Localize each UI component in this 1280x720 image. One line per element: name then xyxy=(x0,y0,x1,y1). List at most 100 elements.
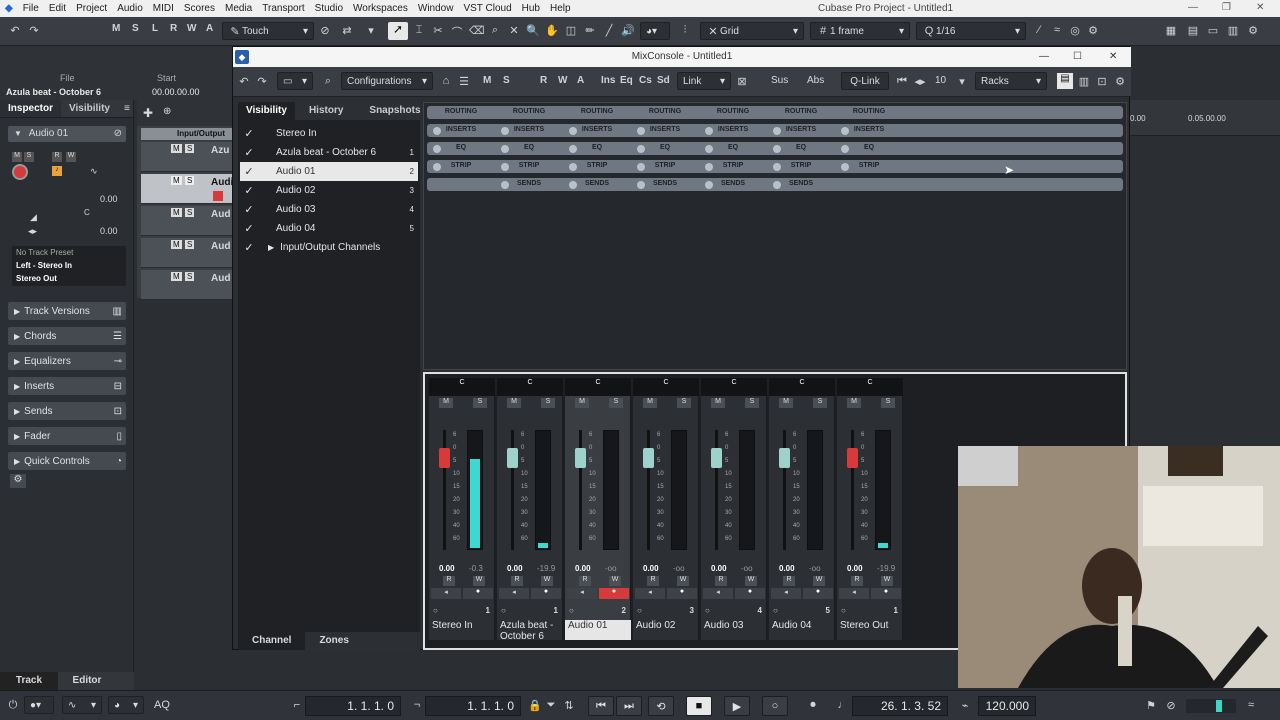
mute-button[interactable]: M xyxy=(171,240,182,249)
redo-icon[interactable]: ↷ xyxy=(27,24,41,37)
mute-button[interactable]: M xyxy=(575,398,589,408)
record-enable-button[interactable]: ● xyxy=(735,588,765,599)
solo-button[interactable]: S xyxy=(24,152,34,162)
play-tool-icon[interactable]: 🔊 xyxy=(621,24,635,37)
read-state-button[interactable]: R xyxy=(170,23,177,34)
visibility-row[interactable]: ✓ Audio 03 4 xyxy=(240,200,418,219)
eq-bypass-button[interactable]: Eq xyxy=(620,75,633,86)
volume-value[interactable]: 0.00 xyxy=(779,564,795,573)
channel-name[interactable]: Audio 04 xyxy=(769,620,835,640)
tab-track[interactable]: Track xyxy=(0,672,58,690)
quantize-settings-icon[interactable]: ⚙ xyxy=(1086,24,1100,37)
menu-edit[interactable]: Edit xyxy=(44,3,71,14)
write-state-button[interactable]: W xyxy=(558,75,567,86)
link-icon[interactable]: ○ xyxy=(569,606,574,615)
snap-icon[interactable]: ⫶ xyxy=(678,24,692,37)
peak-value[interactable]: -oo xyxy=(741,564,753,573)
section-quick-controls[interactable]: ▶ Quick Controls ◔ xyxy=(8,452,126,470)
fader-handle[interactable] xyxy=(643,448,654,468)
go-to-start-button[interactable]: ⏮ xyxy=(588,696,614,716)
erase-tool-icon[interactable]: ⌫ xyxy=(469,24,485,37)
link-icon[interactable]: ○ xyxy=(841,606,846,615)
link-icon[interactable]: ○ xyxy=(637,606,642,615)
pan-control[interactable]: C xyxy=(837,378,903,396)
write-button[interactable]: W xyxy=(473,576,485,586)
menu-audio[interactable]: Audio xyxy=(112,3,148,14)
section-equalizers[interactable]: ▶ Equalizers ⊸ xyxy=(8,352,126,370)
checkmark-icon[interactable]: ✓ xyxy=(240,127,258,140)
track-row[interactable]: M S Audi xyxy=(141,174,233,204)
pan-value[interactable]: C xyxy=(84,208,90,217)
loop-settings-icon[interactable]: ⇅ xyxy=(562,699,576,712)
rack-strip[interactable]: STRIP STRIP STRIP STRIP STRIP STRIP STRI… xyxy=(427,160,1123,173)
peak-value[interactable]: -19.9 xyxy=(877,564,895,573)
write-button[interactable]: W xyxy=(609,576,621,586)
menu-media[interactable]: Media xyxy=(220,3,257,14)
solo-state-button[interactable]: S xyxy=(132,23,139,34)
monitor-button[interactable]: ♪ xyxy=(52,166,62,176)
visibility-row[interactable]: ✓ Audio 04 5 xyxy=(240,219,418,238)
volume-value[interactable]: 0.00 xyxy=(439,564,455,573)
visibility-row[interactable]: ✓ Audio 01 2 xyxy=(240,162,418,181)
track-row[interactable]: M S Aud xyxy=(141,206,232,236)
read-button[interactable]: R xyxy=(715,576,727,586)
audio-mode-select[interactable]: ∿ ▾ xyxy=(62,696,102,714)
monitor-button[interactable]: ◂ xyxy=(431,588,461,599)
record-button[interactable]: ○ xyxy=(762,696,788,716)
position-field[interactable]: 26. 1. 3. 52 xyxy=(852,696,948,716)
read-button[interactable]: R xyxy=(783,576,795,586)
ruler[interactable]: 0.00 0.05.00.00 xyxy=(1130,100,1280,136)
rack-routing[interactable]: ROUTING ROUTING ROUTING ROUTING ROUTING … xyxy=(427,106,1123,119)
peak-value[interactable]: -oo xyxy=(673,564,685,573)
pan-control[interactable]: C xyxy=(565,378,631,396)
record-enable-button[interactable]: ● xyxy=(803,588,833,599)
volume-value[interactable]: 0.00 xyxy=(575,564,591,573)
pan-control[interactable]: C xyxy=(769,378,835,396)
section-inserts[interactable]: ▶ Inserts ⊟ xyxy=(8,377,126,395)
channel-strip[interactable]: C M S 6 0 5 10 15 20 30 40 60 0.00 -oo R W ● ◂ ○ 4 Audio 03 xyxy=(701,378,767,640)
lower-zone-icon[interactable]: ▭ xyxy=(1206,24,1220,37)
menu-file[interactable]: File xyxy=(18,3,44,14)
stop-button[interactable]: ■ xyxy=(686,696,712,716)
visibility-row[interactable]: ✓ Audio 02 3 xyxy=(240,181,418,200)
channel-strip[interactable]: C M S 6 0 5 10 15 20 30 40 60 0.00 -0.3 R W ● ◂ ○ 1 Stereo I… xyxy=(429,378,495,640)
write-button[interactable]: W xyxy=(677,576,689,586)
track-row[interactable]: M S Aud xyxy=(141,238,232,268)
track-tools-icon[interactable]: ⊕ xyxy=(163,106,171,117)
settings-icon[interactable]: ⚙ xyxy=(1246,24,1260,37)
volume-value[interactable]: 0.00 xyxy=(847,564,863,573)
monitor-button[interactable]: ◂ xyxy=(635,588,665,599)
mute-button[interactable]: M xyxy=(171,272,182,281)
channel-strip[interactable]: C M S 6 0 5 10 15 20 30 40 60 0.00 -oo R W ● ◂ ○ 5 Audio 04 xyxy=(769,378,835,640)
channel-name[interactable]: Audio 01 xyxy=(565,620,631,640)
menu-window[interactable]: Window xyxy=(413,3,459,14)
menu-midi[interactable]: MIDI xyxy=(148,3,179,14)
configurations-select[interactable]: Configurations ▾ xyxy=(341,72,433,90)
read-button[interactable]: R xyxy=(851,576,863,586)
meter-bridge-icon[interactable]: ⊡ xyxy=(1095,75,1109,88)
list-icon[interactable]: ☰ xyxy=(457,75,471,88)
menu-transport[interactable]: Transport xyxy=(257,3,309,14)
read-button[interactable]: R xyxy=(579,576,591,586)
checkmark-icon[interactable]: ✓ xyxy=(240,184,258,197)
record-enable-button[interactable]: ● xyxy=(599,588,629,599)
checkmark-icon[interactable]: ✓ xyxy=(240,241,258,254)
visibility-row[interactable]: ✓ Azula beat - October 6 1 xyxy=(240,143,418,162)
tab-history[interactable]: History xyxy=(295,102,351,120)
volume-value[interactable]: 0.00 xyxy=(643,564,659,573)
quantize-mode-icon[interactable]: ⁄ xyxy=(1032,24,1046,36)
mute-button[interactable]: M xyxy=(643,398,657,408)
expand-icon[interactable]: ▶ xyxy=(268,243,274,252)
fader-handle[interactable] xyxy=(575,448,586,468)
gear-icon[interactable]: ⚙ xyxy=(10,474,26,488)
checkmark-icon[interactable]: ✓ xyxy=(240,203,258,216)
channel-name[interactable]: Audio 02 xyxy=(633,620,699,640)
minimize-icon[interactable]: — xyxy=(1188,2,1198,13)
pan-control[interactable]: C xyxy=(429,378,495,396)
menu-studio[interactable]: Studio xyxy=(310,3,348,14)
quantize-apply-icon[interactable]: ◎ xyxy=(1068,24,1082,37)
undo-icon[interactable]: ↶ xyxy=(8,24,22,37)
hand-tool-icon[interactable]: ✋ xyxy=(545,24,559,37)
input-routing[interactable]: Left - Stereo In xyxy=(12,259,126,272)
play-button[interactable]: ▶ xyxy=(724,696,750,716)
